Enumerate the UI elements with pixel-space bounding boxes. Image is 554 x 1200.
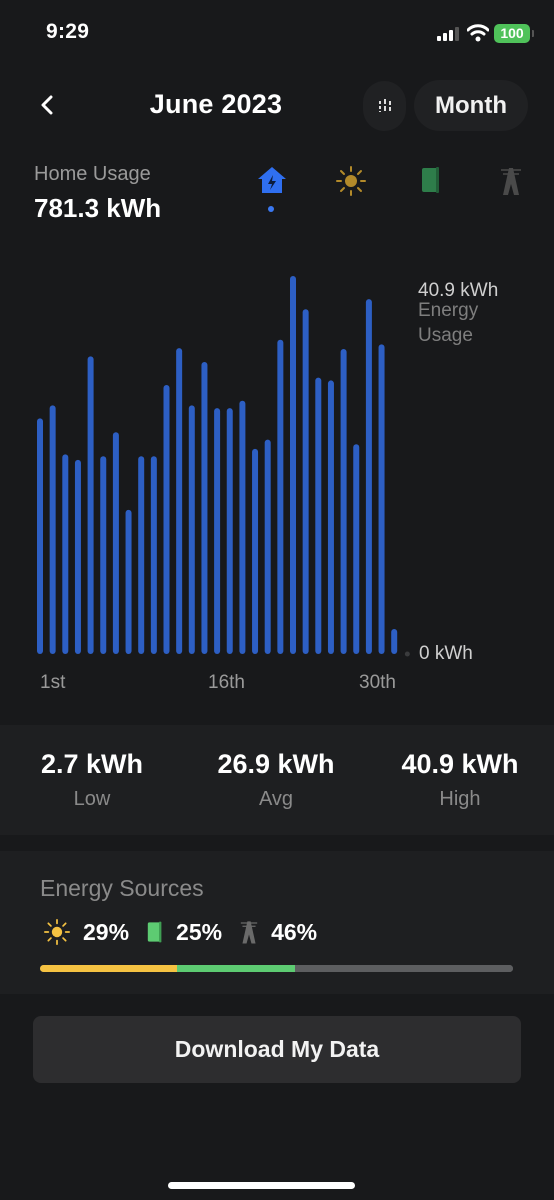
chart-bar-day-8[interactable]	[125, 509, 132, 654]
chart-bar-day-10[interactable]	[150, 456, 157, 654]
chart-bar-day-12[interactable]	[176, 348, 183, 654]
chart-bar-day-5[interactable]	[87, 356, 94, 654]
x-tick-label: 1st	[40, 672, 66, 693]
chart-bar-day-21[interactable]	[290, 276, 296, 654]
energy-sources-card: Energy Sources 29% 25% 46%	[0, 851, 554, 994]
chart-bar-day-2[interactable]	[49, 405, 56, 654]
stat-value: 26.9 kWh	[217, 749, 335, 779]
home-indicator	[168, 1182, 355, 1189]
source-percent: 29%	[83, 918, 130, 945]
energy-sources-title: Energy Sources	[40, 875, 204, 901]
x-tick-label: 30th	[359, 672, 396, 693]
y-axis-title: Energy Usage	[418, 300, 479, 346]
stat-avg: 26.9 kWh Avg	[184, 749, 368, 811]
stat-label: Avg	[258, 788, 294, 810]
stat-high: 40.9 kWh High	[368, 749, 552, 811]
chart-bar-day-3[interactable]	[62, 454, 69, 654]
usage-stats: 2.7 kWh Low 26.9 kWh Avg 40.9 kWh High	[0, 725, 554, 835]
chart-bar-day-24[interactable]	[327, 380, 334, 654]
chart-bar-day-11[interactable]	[163, 385, 170, 654]
source-grid: 46%	[240, 919, 317, 946]
chart-bar-day-14[interactable]	[201, 361, 208, 654]
chart-bar-day-28[interactable]	[378, 344, 385, 654]
chart-bar-day-9[interactable]	[138, 456, 145, 654]
chart-bar-day-29[interactable]	[391, 629, 398, 654]
chart-bar-day-25[interactable]	[340, 349, 347, 654]
source-segment-powerwall	[177, 965, 296, 972]
chart-bar-day-27[interactable]	[365, 299, 372, 654]
x-tick-label: 16th	[208, 672, 245, 693]
source-segment-solar	[40, 965, 178, 972]
source-solar: 29%	[44, 919, 129, 946]
source-percent: 46%	[271, 918, 318, 945]
source-percent: 25%	[176, 918, 223, 945]
chart-bar-day-4[interactable]	[74, 459, 81, 654]
chart-empty-day-marker	[404, 651, 410, 657]
sun-icon	[44, 919, 70, 945]
usage-bar-chart	[37, 276, 410, 657]
stat-value: 2.7 kWh	[40, 749, 144, 779]
chart-bar-day-18[interactable]	[252, 448, 259, 654]
energy-sources-bar	[40, 965, 513, 972]
chart-bar-day-19[interactable]	[264, 439, 271, 654]
chart-bar-day-6[interactable]	[100, 456, 107, 654]
energy-sources-legend: 29% 25% 46%	[44, 917, 335, 947]
y-axis-min-label: 0 kWh	[419, 643, 473, 664]
power-tower-icon	[240, 921, 258, 944]
chart-bar-day-15[interactable]	[214, 408, 221, 654]
chart-bar-day-22[interactable]	[302, 309, 309, 654]
chart-bar-day-23[interactable]	[315, 377, 322, 654]
chart-bar-day-17[interactable]	[239, 400, 246, 654]
stat-low: 2.7 kWh Low	[0, 749, 184, 811]
stat-value: 40.9 kWh	[401, 749, 519, 779]
chart-bar-day-20[interactable]	[277, 339, 284, 654]
download-data-button[interactable]: Download My Data	[33, 1016, 521, 1083]
chart-bar-day-26[interactable]	[353, 444, 360, 654]
source-segment-grid	[295, 965, 513, 972]
chart-bar-day-7[interactable]	[112, 432, 119, 654]
chart-bar-day-16[interactable]	[226, 408, 233, 654]
battery-icon	[147, 921, 162, 943]
stat-label: High	[439, 788, 481, 810]
source-powerwall: 25%	[147, 919, 222, 946]
chart-bar-day-13[interactable]	[188, 405, 195, 654]
stat-label: Low	[73, 788, 111, 810]
chart-bar-day-1[interactable]	[37, 418, 43, 654]
